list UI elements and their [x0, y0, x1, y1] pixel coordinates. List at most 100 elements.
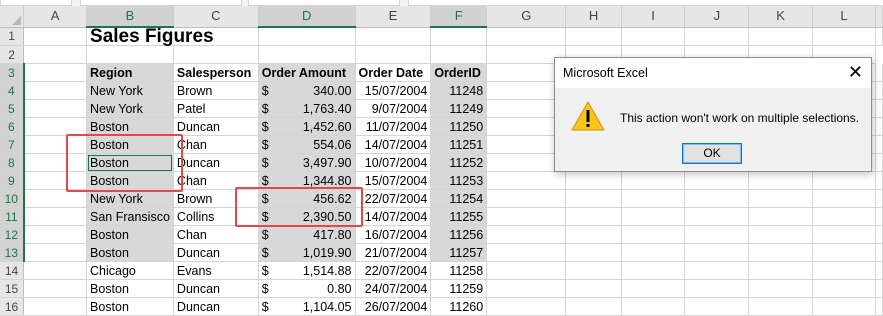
- cell[interactable]: [486, 171, 567, 190]
- cell[interactable]: [748, 171, 814, 190]
- cell[interactable]: [486, 261, 567, 280]
- column-header-i[interactable]: I: [621, 6, 686, 28]
- salesperson-cell[interactable]: Duncan: [173, 243, 259, 262]
- cell[interactable]: [875, 81, 883, 100]
- cell[interactable]: [812, 279, 876, 298]
- cell[interactable]: [621, 243, 686, 262]
- cell[interactable]: [748, 27, 814, 46]
- region-cell[interactable]: Boston: [86, 135, 174, 154]
- row-header-1[interactable]: 1: [0, 27, 25, 46]
- cell[interactable]: [23, 297, 88, 316]
- region-cell[interactable]: Boston: [86, 153, 174, 172]
- row-header-7[interactable]: 7: [0, 135, 25, 154]
- cell[interactable]: [173, 45, 259, 64]
- close-icon[interactable]: ✕: [848, 62, 863, 82]
- cell[interactable]: [684, 261, 750, 280]
- order-amount-cell[interactable]: $3,497.90: [258, 153, 356, 172]
- cell[interactable]: [23, 171, 88, 190]
- cell[interactable]: [23, 189, 88, 208]
- orderid-cell[interactable]: 11259: [430, 279, 488, 298]
- salesperson-cell[interactable]: Chan: [173, 135, 259, 154]
- order-date-cell[interactable]: 14/07/2004: [355, 207, 432, 226]
- salesperson-cell[interactable]: Chan: [173, 171, 259, 190]
- header-region[interactable]: Region: [86, 63, 174, 82]
- header-salesperson[interactable]: Salesperson: [173, 63, 259, 82]
- cell[interactable]: [748, 225, 814, 244]
- column-header-g[interactable]: G: [486, 6, 567, 28]
- cell[interactable]: [748, 207, 814, 226]
- cell[interactable]: [565, 279, 622, 298]
- cell[interactable]: [684, 189, 750, 208]
- cell[interactable]: [875, 171, 883, 190]
- orderid-cell[interactable]: 11258: [430, 261, 488, 280]
- order-date-cell[interactable]: 21/07/2004: [355, 243, 432, 262]
- order-date-cell[interactable]: 9/07/2004: [355, 99, 432, 118]
- region-cell[interactable]: Boston: [86, 279, 174, 298]
- region-cell[interactable]: Boston: [86, 225, 174, 244]
- order-date-cell[interactable]: 15/07/2004: [355, 81, 432, 100]
- order-amount-cell[interactable]: $2,390.50: [258, 207, 356, 226]
- cell[interactable]: [23, 279, 88, 298]
- cell[interactable]: [812, 225, 876, 244]
- row-header-15[interactable]: 15: [0, 279, 25, 298]
- cell[interactable]: [486, 207, 567, 226]
- cell[interactable]: [684, 297, 750, 316]
- cell[interactable]: [875, 27, 883, 46]
- order-amount-cell[interactable]: $456.62: [258, 189, 356, 208]
- cell[interactable]: [258, 27, 356, 46]
- order-amount-cell[interactable]: $1,344.80: [258, 171, 356, 190]
- order-date-cell[interactable]: 22/07/2004: [355, 189, 432, 208]
- cell[interactable]: [875, 189, 883, 208]
- order-amount-cell[interactable]: $554.06: [258, 135, 356, 154]
- salesperson-cell[interactable]: Duncan: [173, 153, 259, 172]
- order-amount-cell[interactable]: $1,514.88: [258, 261, 356, 280]
- cell[interactable]: [875, 153, 883, 172]
- orderid-cell[interactable]: 11260: [430, 297, 488, 316]
- cell[interactable]: [875, 99, 883, 118]
- cell[interactable]: [430, 45, 488, 64]
- column-header-k[interactable]: K: [748, 6, 814, 28]
- cell[interactable]: [23, 243, 88, 262]
- cell[interactable]: [621, 279, 686, 298]
- row-header-2[interactable]: 2: [0, 45, 25, 64]
- cell[interactable]: [486, 225, 567, 244]
- cell[interactable]: [23, 45, 88, 64]
- cell[interactable]: [565, 189, 622, 208]
- cell[interactable]: [23, 99, 88, 118]
- cell[interactable]: [875, 243, 883, 262]
- cell[interactable]: [748, 261, 814, 280]
- cell[interactable]: [430, 27, 488, 46]
- salesperson-cell[interactable]: Evans: [173, 261, 259, 280]
- cell[interactable]: [875, 261, 883, 280]
- row-header-3[interactable]: 3: [0, 63, 25, 82]
- cell[interactable]: [565, 261, 622, 280]
- region-cell[interactable]: New York: [86, 81, 174, 100]
- cell[interactable]: [565, 207, 622, 226]
- orderid-cell[interactable]: 11251: [430, 135, 488, 154]
- column-header-a[interactable]: A: [23, 6, 88, 28]
- cell[interactable]: [565, 27, 622, 46]
- order-amount-cell[interactable]: $1,763.40: [258, 99, 356, 118]
- order-date-cell[interactable]: 16/07/2004: [355, 225, 432, 244]
- salesperson-cell[interactable]: Duncan: [173, 279, 259, 298]
- select-all-corner[interactable]: [0, 6, 25, 28]
- cell[interactable]: [812, 171, 876, 190]
- salesperson-cell[interactable]: Duncan: [173, 117, 259, 136]
- column-header-d[interactable]: D: [258, 6, 356, 28]
- order-date-cell[interactable]: 10/07/2004: [355, 153, 432, 172]
- order-amount-cell[interactable]: $1,104.05: [258, 297, 356, 316]
- column-header-c[interactable]: C: [173, 6, 259, 28]
- orderid-cell[interactable]: 11255: [430, 207, 488, 226]
- region-cell[interactable]: San Fransisco: [86, 207, 174, 226]
- cell[interactable]: [621, 225, 686, 244]
- cell[interactable]: [684, 27, 750, 46]
- orderid-cell[interactable]: 11250: [430, 117, 488, 136]
- cell[interactable]: [486, 189, 567, 208]
- cell[interactable]: [23, 81, 88, 100]
- column-header-h[interactable]: H: [565, 6, 622, 28]
- cell[interactable]: [812, 207, 876, 226]
- cell[interactable]: [258, 45, 356, 64]
- cell[interactable]: [486, 243, 567, 262]
- order-date-cell[interactable]: 24/07/2004: [355, 279, 432, 298]
- cell[interactable]: [621, 27, 686, 46]
